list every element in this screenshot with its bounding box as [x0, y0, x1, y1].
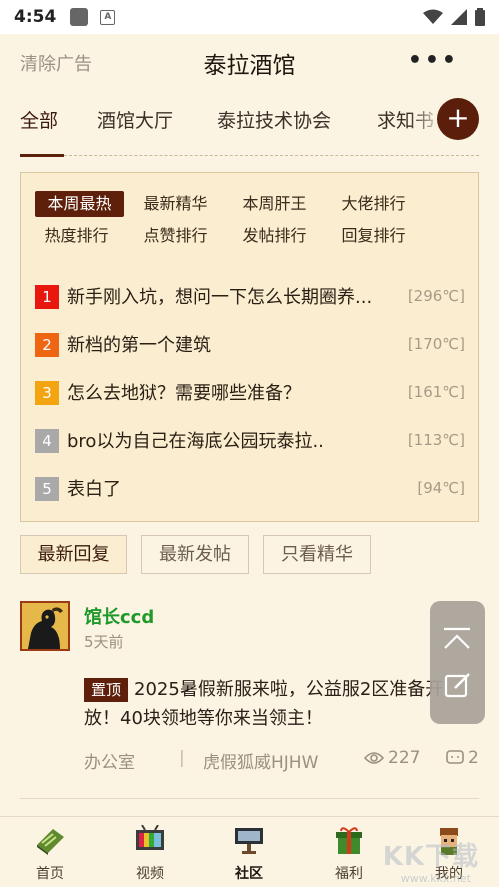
- rank-number: 3: [35, 381, 59, 405]
- tab-tavern-hall[interactable]: 酒馆大厅: [97, 106, 173, 133]
- views-count: 227: [364, 748, 420, 768]
- eye-icon: [364, 752, 384, 764]
- keyboard-notification-icon: A: [100, 9, 116, 25]
- rank-heat: [94℃]: [417, 479, 465, 497]
- ranking-panel: 本周最热 最新精华 本周肝王 大佬排行 热度排行 点赞排行 发帖排行 回复排行 …: [20, 172, 479, 522]
- rank-row-3[interactable]: 3 怎么去地狱？需要哪些准备？ [161℃]: [35, 379, 465, 407]
- comments-value: 2: [468, 748, 479, 768]
- post-text: 2025暑假新服来啦，公益服2区准备开放！40块领地等你来当领主！: [84, 679, 444, 729]
- rank-heat: [113℃]: [407, 431, 465, 449]
- filter-replies-rank[interactable]: 回复排行: [329, 223, 418, 249]
- filter-heat-rank[interactable]: 热度排行: [32, 223, 121, 249]
- rank-title: bro以为自己在海底公园玩泰拉..: [67, 431, 324, 452]
- active-tab-indicator: [20, 154, 64, 157]
- nav-community[interactable]: 社区: [219, 825, 279, 883]
- rank-row-1[interactable]: 1 新手刚入坑，想问一下怎么长期圈养... [296℃]: [35, 283, 465, 311]
- tv-icon: [136, 824, 164, 850]
- rank-row-2[interactable]: 2 新档的第一个建筑 [170℃]: [35, 331, 465, 359]
- post-board[interactable]: 办公室: [84, 748, 135, 773]
- nav-label: 视频: [136, 866, 164, 882]
- app-header: 清除广告 泰拉酒馆 •••: [0, 34, 499, 90]
- views-value: 227: [388, 748, 421, 768]
- rank-title: 新档的第一个建筑: [67, 335, 211, 356]
- nav-video[interactable]: 视频: [120, 824, 180, 883]
- watermark-logo: KK下载: [382, 842, 479, 872]
- battery-icon: [475, 8, 485, 26]
- rank-title: 表白了: [67, 479, 121, 500]
- floating-action-panel: [430, 601, 485, 724]
- compose-icon[interactable]: [444, 671, 472, 699]
- add-board-button[interactable]: +: [437, 98, 479, 140]
- post-divider: [20, 798, 479, 799]
- rank-number: 4: [35, 429, 59, 453]
- rank-number: 1: [35, 285, 59, 309]
- rank-heat: [170℃]: [407, 335, 465, 353]
- sort-featured-only-button[interactable]: 只看精华: [263, 535, 371, 574]
- tab-all[interactable]: 全部: [20, 106, 58, 133]
- filter-likes-rank[interactable]: 点赞排行: [131, 223, 220, 249]
- pinned-badge: 置顶: [84, 678, 129, 702]
- signboard-icon: [235, 828, 263, 854]
- more-options-button[interactable]: •••: [408, 48, 459, 73]
- rank-heat: [161℃]: [407, 383, 465, 401]
- rank-number: 5: [35, 477, 59, 501]
- rank-heat: [296℃]: [407, 287, 465, 305]
- sort-latest-post-button[interactable]: 最新发帖: [141, 535, 249, 574]
- post-author-name[interactable]: 馆长ccd: [84, 603, 154, 629]
- category-tabs: 全部 酒馆大厅 泰拉技术协会 求知书 +: [0, 90, 499, 157]
- scroll-to-top-icon[interactable]: [443, 627, 471, 649]
- sort-latest-reply-button[interactable]: 最新回复: [20, 535, 127, 574]
- app-notification-icon: [70, 8, 89, 26]
- post-content[interactable]: 置顶 2025暑假新服来啦，公益服2区准备开放！40块领地等你来当领主！: [84, 675, 454, 733]
- rank-number: 2: [35, 333, 59, 357]
- filter-weekly-grinder[interactable]: 本周肝王: [230, 191, 319, 217]
- rank-row-4[interactable]: 4 bro以为自己在海底公园玩泰拉.. [113℃]: [35, 427, 465, 455]
- post-meta: 办公室 | 虎假狐威HJHW 227 2: [84, 748, 484, 773]
- watermark-url: www.kkx.net: [400, 872, 471, 885]
- tab-tech-association[interactable]: 泰拉技术协会: [217, 106, 331, 133]
- post-time: 5天前: [84, 633, 124, 651]
- post-reply-author[interactable]: 虎假狐威HJHW: [203, 748, 318, 773]
- status-time: 4:54: [14, 7, 57, 27]
- tab-divider: [64, 155, 479, 156]
- wifi-icon: [423, 9, 443, 24]
- signal-icon: [451, 9, 467, 25]
- nav-label: 福利: [335, 866, 363, 882]
- gift-icon: [336, 827, 362, 854]
- nav-welfare[interactable]: 福利: [319, 825, 379, 883]
- comment-icon: [446, 750, 464, 764]
- rank-title: 新手刚入坑，想问一下怎么长期圈养...: [67, 287, 373, 308]
- filter-posts-rank[interactable]: 发帖排行: [230, 223, 319, 249]
- avatar[interactable]: [20, 601, 70, 651]
- filter-expert-rank[interactable]: 大佬排行: [329, 191, 418, 217]
- meta-separator: |: [179, 748, 185, 768]
- nav-home[interactable]: 首页: [20, 825, 80, 883]
- nav-label: 首页: [36, 866, 64, 882]
- status-bar: 4:54 A: [0, 0, 499, 34]
- rank-title: 怎么去地狱？需要哪些准备？: [67, 383, 301, 404]
- rank-row-5[interactable]: 5 表白了 [94℃]: [35, 475, 465, 503]
- book-icon: [37, 829, 64, 855]
- comments-count[interactable]: 2: [446, 748, 479, 768]
- nav-label: 社区: [235, 866, 263, 882]
- filter-weekly-hot[interactable]: 本周最热: [35, 191, 124, 217]
- filter-latest-featured[interactable]: 最新精华: [131, 191, 220, 217]
